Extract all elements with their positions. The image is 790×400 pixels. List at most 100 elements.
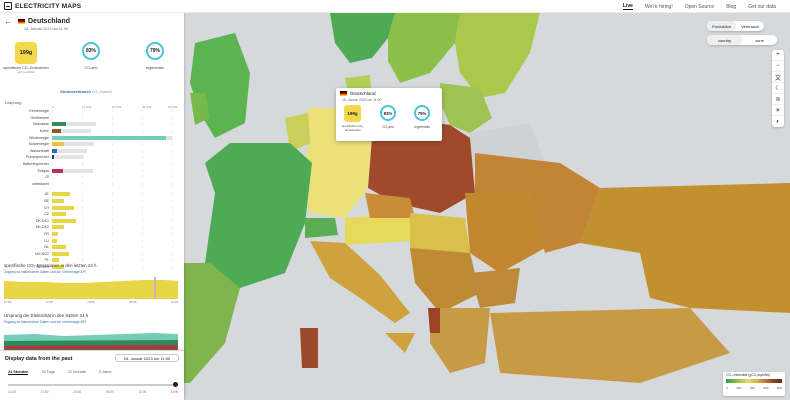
nav-blog[interactable]: Blog bbox=[726, 4, 736, 10]
grid-line bbox=[82, 225, 83, 230]
tooltip-renewable-label: regenerativ bbox=[414, 125, 430, 129]
tab-24h[interactable]: 24 Stunden bbox=[8, 370, 29, 375]
nav-hiring[interactable]: We're hiring! bbox=[645, 4, 673, 10]
grid-line bbox=[112, 168, 113, 173]
source-row[interactable]: unbekannt bbox=[4, 181, 182, 188]
tab-5y[interactable]: 5 Jahre bbox=[99, 370, 112, 375]
grid-line bbox=[142, 129, 143, 134]
row-bar-track bbox=[52, 218, 182, 223]
grid-line bbox=[112, 129, 113, 134]
co2-chart-title: spezifische CO₂-Emissionen in den letzte… bbox=[4, 263, 97, 268]
source-row[interactable]: Windenergie bbox=[4, 134, 182, 141]
zoom-out-icon[interactable]: − bbox=[772, 61, 784, 72]
language-icon[interactable]: 文 bbox=[772, 72, 784, 83]
grid-line bbox=[82, 181, 83, 186]
consumption-emission-toggle[interactable]: Stromverbrauch CO₂-Ausstoß bbox=[60, 89, 112, 94]
grid-line bbox=[112, 122, 113, 127]
solar-layer-icon[interactable]: ☀ bbox=[772, 105, 784, 116]
value-bar bbox=[52, 148, 57, 153]
value-bar bbox=[52, 155, 54, 160]
exchange-row[interactable]: DK-DK1 bbox=[4, 218, 182, 225]
exchange-row[interactable]: NO-NO2 bbox=[4, 250, 182, 257]
exchange-row[interactable]: BE bbox=[4, 198, 182, 205]
value-bar bbox=[52, 135, 166, 140]
value-bar bbox=[52, 225, 64, 230]
legend-tick: 0 bbox=[726, 386, 728, 390]
source-row[interactable]: Erdgas bbox=[4, 167, 182, 174]
grid-line bbox=[142, 205, 143, 210]
exchange-row[interactable]: NL bbox=[4, 244, 182, 251]
zone-toggle[interactable]: zone bbox=[742, 35, 777, 45]
source-row[interactable]: Biomasse bbox=[4, 121, 182, 128]
exchange-row[interactable]: CZ bbox=[4, 211, 182, 218]
row-bar-track bbox=[52, 115, 182, 120]
tab-30d[interactable]: 30 Tage bbox=[41, 370, 54, 375]
toggle-consumption[interactable]: Stromverbrauch bbox=[60, 89, 91, 94]
history-date-picker[interactable]: 15. Januar 2023 um 11:00 bbox=[115, 354, 179, 362]
legend-tick: 400 bbox=[749, 386, 755, 390]
exchange-row[interactable]: LU bbox=[4, 237, 182, 244]
value-bar bbox=[52, 251, 69, 256]
nav-get-data[interactable]: Get our data bbox=[748, 4, 776, 10]
co2-history-svg bbox=[4, 277, 178, 299]
row-bar-track bbox=[52, 181, 182, 186]
exchange-row[interactable]: DK-DK2 bbox=[4, 224, 182, 231]
exchange-row[interactable]: CH bbox=[4, 204, 182, 211]
grid-line bbox=[112, 109, 113, 114]
country-toggle[interactable]: country bbox=[707, 35, 742, 45]
region-albania[interactable] bbox=[428, 308, 440, 333]
grid-line bbox=[142, 109, 143, 114]
grid-line bbox=[172, 238, 173, 243]
source-row[interactable]: Kohle bbox=[4, 128, 182, 135]
row-label: NO-NO2 bbox=[35, 251, 49, 256]
grid-line bbox=[172, 109, 173, 114]
grid-line bbox=[82, 238, 83, 243]
top-bar: ELECTRICITY MAPS Live We're hiring! Open… bbox=[0, 0, 790, 13]
row-bar-track bbox=[52, 148, 182, 153]
source-row[interactable]: Kernenergie bbox=[4, 108, 182, 115]
dark-mode-icon[interactable]: ◐ bbox=[772, 116, 784, 127]
source-row[interactable]: Geothermie bbox=[4, 115, 182, 122]
grid-line bbox=[142, 199, 143, 204]
nav-open-source[interactable]: Open Source bbox=[685, 4, 714, 10]
co2-chart-link[interactable]: Zugang zu historischen Daten und zur Vor… bbox=[4, 270, 86, 274]
co2-area bbox=[4, 280, 178, 299]
logo-icon bbox=[4, 2, 12, 10]
source-row[interactable]: Pumpspeicher bbox=[4, 154, 182, 161]
origin-chart-link[interactable]: Zugang zu historischen Daten und zur Vor… bbox=[4, 320, 86, 324]
legend-title: CO₂-Intensität (gCO₂eq/kWh) bbox=[726, 373, 771, 377]
grid-line bbox=[142, 251, 143, 256]
grid-line bbox=[172, 115, 173, 120]
source-row[interactable]: Batteriespeicher bbox=[4, 161, 182, 168]
row-bar-track bbox=[52, 205, 182, 210]
toggle-emission[interactable]: CO₂-Ausstoß bbox=[92, 90, 112, 94]
region-sardinia[interactable] bbox=[300, 328, 318, 368]
production-rows: Kernenergie Geothermie Biomasse Kohle Winden… bbox=[4, 108, 182, 270]
source-row[interactable]: Öl bbox=[4, 174, 182, 181]
grid-line bbox=[142, 115, 143, 120]
nav-live[interactable]: Live bbox=[622, 3, 633, 10]
tab-12m[interactable]: 12 Monate bbox=[68, 370, 86, 375]
region-switzerland[interactable] bbox=[305, 218, 338, 238]
production-toggle[interactable]: Produktion bbox=[707, 21, 737, 31]
exchange-row[interactable]: FR bbox=[4, 231, 182, 238]
grid-line bbox=[172, 168, 173, 173]
logo[interactable]: ELECTRICITY MAPS bbox=[4, 2, 81, 10]
row-label: AT bbox=[44, 192, 49, 197]
live-label[interactable]: LIVE bbox=[171, 390, 178, 394]
wind-layer-icon[interactable]: ≋ bbox=[772, 94, 784, 105]
time-slider[interactable] bbox=[8, 382, 178, 387]
zoom-in-icon[interactable]: + bbox=[772, 50, 784, 61]
source-row[interactable]: Solarenergie bbox=[4, 141, 182, 148]
grid-line bbox=[112, 218, 113, 223]
exchange-row[interactable]: AT bbox=[4, 191, 182, 198]
grid-line bbox=[112, 115, 113, 120]
grid-line bbox=[172, 192, 173, 197]
slider-handle[interactable] bbox=[173, 382, 178, 387]
grid-line bbox=[112, 205, 113, 210]
theme-icon[interactable]: ☾ bbox=[772, 83, 784, 94]
source-row[interactable]: Wasserkraft bbox=[4, 148, 182, 155]
back-arrow-icon[interactable]: ← bbox=[4, 17, 12, 26]
row-label: CZ bbox=[44, 212, 49, 217]
consumption-toggle[interactable]: Verbrauch bbox=[736, 21, 764, 31]
